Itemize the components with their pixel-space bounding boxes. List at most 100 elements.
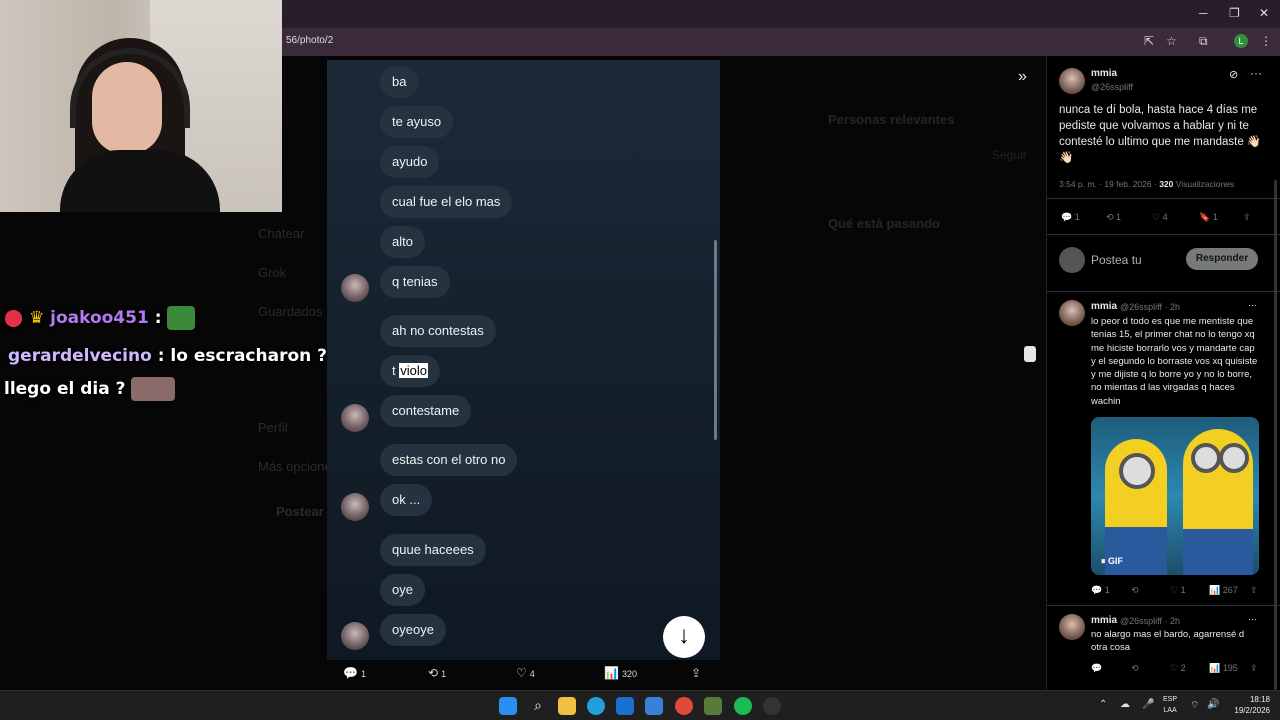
spotify-icon[interactable] <box>734 697 752 715</box>
like-button[interactable]: ♡ 4 <box>516 666 535 680</box>
nav-grok[interactable]: Grok <box>258 265 286 280</box>
relevant-people-title: Personas relevantes <box>828 112 955 127</box>
share-icon[interactable]: ⇪ <box>1250 585 1258 596</box>
author-name[interactable]: mmia <box>1091 301 1117 312</box>
chat-message: lo escracharon ? <box>170 346 328 366</box>
dm-bubble: oye <box>380 574 425 606</box>
search-icon[interactable]: ⌕ <box>529 697 547 715</box>
author-handle[interactable]: @26sspliff · 2h <box>1120 302 1180 312</box>
dm-bubble: oyeoye <box>380 614 446 646</box>
like-button[interactable]: ♡ 1 <box>1170 585 1186 596</box>
more-icon[interactable]: ··· <box>1248 300 1257 310</box>
edge-icon[interactable] <box>587 697 605 715</box>
like-button[interactable]: ♡ 2 <box>1170 663 1186 674</box>
share-icon[interactable]: ⇪ <box>1250 663 1258 674</box>
collapse-panel-icon[interactable]: » <box>1018 68 1027 86</box>
reply-input[interactable]: Postea tu <box>1091 253 1142 267</box>
chat-line: gerardelvecino : lo escracharon ? <box>8 346 328 366</box>
author-avatar[interactable] <box>1059 300 1085 326</box>
browser-menu-icon[interactable]: ⋮ <box>1260 34 1272 48</box>
volume-icon[interactable]: 🔊 <box>1207 699 1219 710</box>
panel-scrollbar[interactable] <box>1274 180 1277 690</box>
close-icon[interactable]: ✕ <box>1259 6 1269 20</box>
mouse-cursor <box>1024 346 1036 362</box>
nav-chat[interactable]: Chatear <box>258 226 304 241</box>
photo-viewer[interactable]: ba te ayuso ayudo cual fue el elo mas al… <box>327 60 720 660</box>
dm-bubble: q tenias <box>380 266 450 298</box>
obs-icon[interactable] <box>763 697 781 715</box>
clock[interactable]: 18:18 19/2/2026 <box>1228 694 1270 716</box>
dm-avatar <box>341 404 369 432</box>
more-icon[interactable]: ··· <box>1248 614 1257 624</box>
photo-scrollbar[interactable] <box>714 240 717 440</box>
start-icon[interactable] <box>499 697 517 715</box>
author-name[interactable]: mmia <box>1091 68 1117 79</box>
post-detail-panel: mmia @26sspliff ⊘ ··· nunca te dí bola, … <box>1046 56 1280 690</box>
store-icon[interactable] <box>616 697 634 715</box>
chrome-icon[interactable] <box>675 697 693 715</box>
share-icon[interactable]: ⇪ <box>1243 212 1251 223</box>
author-handle[interactable]: @26sspliff · 2h <box>1120 616 1180 626</box>
bookmark-star-icon[interactable]: ☆ <box>1166 34 1177 48</box>
nav-post-button[interactable]: Postear <box>276 504 324 519</box>
file-explorer-icon[interactable] <box>558 697 576 715</box>
dm-bubble: t violo <box>380 355 440 387</box>
chat-username: gerardelvecino <box>8 346 152 366</box>
network-app-icon[interactable]: ☁ <box>1120 699 1130 710</box>
repost-button[interactable]: ⟲ 1 <box>428 666 446 680</box>
install-app-icon[interactable]: ⇱ <box>1144 34 1154 48</box>
dm-bubble: estas con el otro no <box>380 444 518 476</box>
chat-message: llego el dia ? <box>4 379 126 399</box>
extensions-icon[interactable]: ⧉ <box>1199 34 1208 49</box>
url-text[interactable]: 56/photo/2 <box>286 35 333 46</box>
dm-bubble: cual fue el elo mas <box>380 186 513 218</box>
author-name[interactable]: mmia <box>1091 615 1117 626</box>
nav-saved[interactable]: Guardados <box>258 304 322 319</box>
reply-button[interactable]: 💬 1 <box>1091 585 1110 596</box>
views-button[interactable]: 📊 320 <box>604 666 637 680</box>
reply-button[interactable]: 💬 <box>1091 663 1102 674</box>
grok-icon[interactable]: ⊘ <box>1229 68 1238 81</box>
share-icon[interactable]: ⇪ <box>691 666 701 680</box>
repost-button[interactable]: ⟲ <box>1131 663 1139 674</box>
restore-icon[interactable]: ❐ <box>1229 6 1240 20</box>
reply-button[interactable]: 💬 1 <box>1061 212 1080 223</box>
dm-bubble: contestame <box>380 395 472 427</box>
scroll-down-button[interactable]: ↓ <box>663 616 705 658</box>
app-icon[interactable] <box>704 697 722 715</box>
gif-media[interactable]: ⏸ GIF <box>1091 417 1259 575</box>
bookmark-button[interactable]: 🔖 1 <box>1199 212 1218 223</box>
more-icon[interactable]: ··· <box>1250 66 1262 80</box>
author-avatar[interactable] <box>1059 614 1085 640</box>
dm-bubble: ba <box>380 66 419 98</box>
follow-button[interactable]: Seguir <box>992 148 1027 162</box>
crown-icon: ♛ <box>28 308 45 328</box>
post-meta: 3:54 p. m. · 19 feb. 2026 · 320 Visualiz… <box>1059 179 1235 189</box>
views-button[interactable]: 📊 195 <box>1209 663 1238 674</box>
profile-avatar[interactable]: L <box>1234 34 1248 48</box>
wifi-icon[interactable]: ⌔ <box>1190 699 1199 712</box>
reply-submit-button[interactable]: Responder <box>1186 248 1258 270</box>
minimize-icon[interactable]: ─ <box>1199 6 1208 20</box>
gif-badge: ⏸ GIF <box>1101 556 1124 566</box>
pepe-emote-icon <box>167 306 196 330</box>
tray-chevron-icon[interactable]: ⌃ <box>1099 699 1107 710</box>
views-button[interactable]: 📊 267 <box>1209 585 1238 596</box>
outlook-icon[interactable] <box>645 697 663 715</box>
trending-title: Qué está pasando <box>828 216 940 231</box>
dm-avatar <box>341 274 369 302</box>
author-avatar[interactable] <box>1059 68 1085 94</box>
author-handle[interactable]: @26sspliff <box>1091 82 1133 92</box>
repost-button[interactable]: ⟲ <box>1131 585 1139 596</box>
reply-button[interactable]: 💬 1 <box>343 666 366 680</box>
address-bar[interactable]: 56/photo/2 ⇱ ☆ ⧉ L ⋮ <box>282 28 1280 56</box>
mic-icon[interactable]: 🎤 <box>1142 699 1154 710</box>
language-indicator[interactable]: ESP LAA <box>1163 694 1177 716</box>
nav-profile[interactable]: Perfil <box>258 420 288 435</box>
chat-line: ⬤ ♛ joakoo451 : <box>4 306 196 330</box>
dm-bubble: ah no contestas <box>380 315 496 347</box>
like-button[interactable]: ♡ 4 <box>1152 212 1168 223</box>
dm-avatar <box>341 493 369 521</box>
repost-button[interactable]: ⟲ 1 <box>1106 212 1121 223</box>
selected-text: violo <box>399 363 428 378</box>
